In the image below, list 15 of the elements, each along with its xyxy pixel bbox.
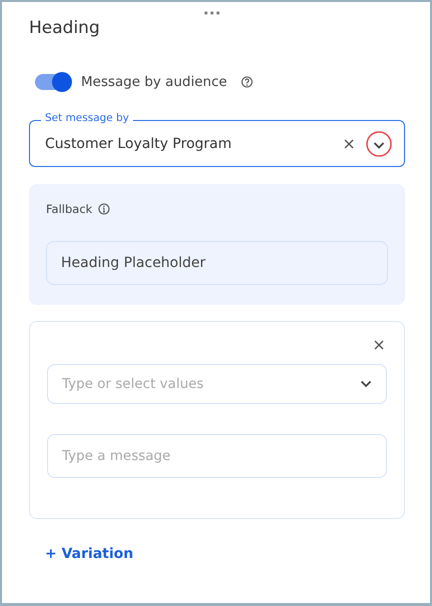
field-label: Set message by [41, 112, 133, 124]
dropdown-icon[interactable] [366, 130, 392, 156]
toggle-label: Message by audience [81, 74, 228, 90]
help-icon[interactable] [241, 76, 254, 88]
panel-title: Heading [29, 18, 101, 38]
close-icon[interactable] [374, 340, 384, 350]
fallback-label: Fallback [46, 202, 92, 216]
info-icon[interactable] [98, 203, 110, 215]
drag-handle-icon[interactable] [204, 11, 220, 15]
add-variation-link[interactable]: + Variation [45, 546, 134, 562]
toggle-switch[interactable] [35, 74, 71, 90]
text-field[interactable]: Heading Placeholder [46, 241, 388, 285]
select-value: Customer Loyalty Program [45, 136, 233, 152]
clear-icon[interactable] [344, 138, 354, 148]
chevron-icon [360, 380, 372, 388]
